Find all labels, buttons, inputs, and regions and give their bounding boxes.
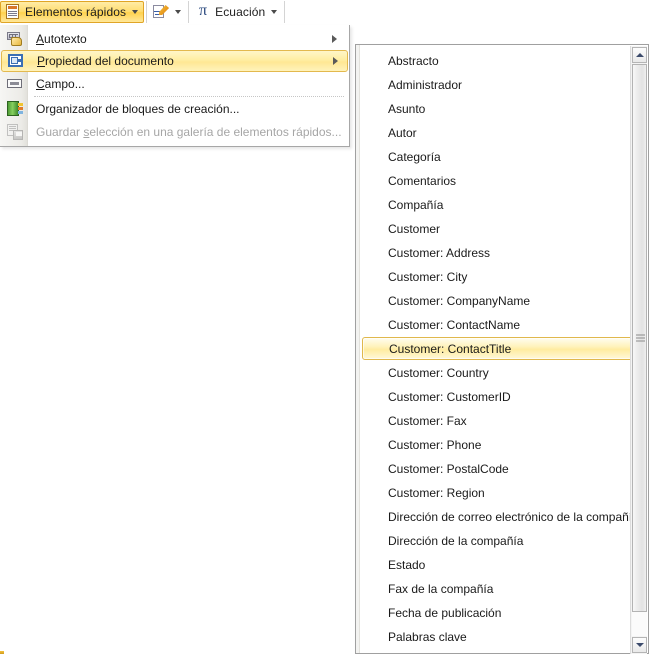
chevron-down-icon[interactable] — [175, 10, 182, 14]
list-item[interactable]: Customer: ContactTitle — [362, 337, 634, 360]
list-item-label: Customer: CompanyName — [388, 293, 531, 308]
toolbar-divider-2 — [188, 1, 190, 23]
list-item-label: Fecha de publicación — [388, 605, 502, 620]
list-item-label: Administrador — [388, 77, 463, 92]
list-item-label: Customer: Phone — [388, 437, 482, 452]
menu-item-autotexto[interactable]: Autotexto — [1, 28, 346, 50]
list-item[interactable]: Asunto — [362, 97, 634, 120]
list-item-label: Dirección de la compañía — [388, 533, 524, 548]
menu-item-organizador-bloques[interactable]: Organizador de bloques de creación... — [1, 98, 346, 120]
list-item-label: Customer — [388, 221, 441, 236]
scroll-down-icon — [635, 643, 644, 647]
signature-line-button[interactable] — [149, 1, 186, 23]
list-item[interactable]: Dirección de correo electrónico de la co… — [362, 505, 639, 528]
document-property-submenu: Abstracto Administrador Asunto Autor Categor… — [355, 44, 649, 654]
list-item[interactable]: Compañía — [362, 193, 634, 216]
pi-equation-icon: π — [199, 2, 208, 19]
list-item[interactable]: Comentarios — [362, 169, 634, 192]
menu-item-guardar-seleccion: Guardar selección en una galería de elem… — [1, 121, 346, 143]
submenu-arrow-icon — [333, 57, 338, 65]
scrollbar-grip — [636, 334, 645, 342]
list-item-label: Palabras clave — [388, 629, 467, 644]
list-item[interactable]: Customer: PostalCode — [362, 457, 634, 480]
menu-item-label: Propiedad del documento — [37, 54, 174, 68]
ribbon-toolbar: Elementos rápidos π Ecuación — [0, 0, 649, 24]
list-item-label: Fax de la compañía — [388, 581, 494, 596]
equation-label: Ecuación — [215, 5, 266, 19]
list-item-label: Autor — [388, 125, 417, 140]
toolbar-divider-3 — [284, 1, 286, 23]
list-item-label: Dirección de correo electrónico de la co… — [388, 509, 639, 524]
list-item[interactable]: Customer: Address — [362, 241, 634, 264]
list-item-label: Customer: City — [388, 269, 468, 284]
toolbar-divider-1 — [146, 1, 148, 23]
list-item[interactable]: Fecha de publicación — [362, 601, 634, 624]
list-item-label: Customer: Country — [388, 365, 489, 380]
list-item[interactable]: Palabras clave — [362, 625, 634, 648]
scrollbar-thumb[interactable] — [632, 64, 647, 612]
submenu-scrollbar[interactable] — [630, 46, 647, 654]
list-item-label: Customer: Address — [388, 245, 491, 260]
list-item[interactable]: Customer: Country — [362, 361, 634, 384]
list-item-label: Estado — [388, 557, 426, 572]
autotext-icon — [4, 30, 26, 48]
chevron-down-icon[interactable] — [271, 10, 278, 14]
scroll-up-button[interactable] — [632, 47, 647, 63]
list-item[interactable]: Customer: Phone — [362, 433, 634, 456]
signature-pen-icon — [153, 4, 170, 20]
list-item[interactable]: Customer: City — [362, 265, 634, 288]
list-item-label: Asunto — [388, 101, 426, 116]
list-item[interactable]: Customer: Region — [362, 481, 634, 504]
menu-separator — [34, 96, 344, 97]
quick-parts-icon — [5, 4, 21, 20]
document-property-list: Abstracto Administrador Asunto Autor Categor… — [360, 45, 639, 653]
submenu-arrow-icon — [332, 35, 337, 43]
quick-parts-dropdown-menu: Autotexto Propiedad del documento Campo.… — [0, 25, 350, 147]
menu-item-propiedad-del-documento[interactable]: Propiedad del documento — [1, 50, 348, 72]
list-item[interactable]: Fax de la compañía — [362, 577, 634, 600]
scroll-up-icon — [635, 53, 644, 57]
list-item-label: Customer: Region — [388, 485, 485, 500]
list-item[interactable]: Customer: CompanyName — [362, 289, 634, 312]
list-item-label: Customer: Fax — [388, 413, 467, 428]
list-item[interactable]: Customer: Fax — [362, 409, 634, 432]
quick-parts-button[interactable]: Elementos rápidos — [0, 1, 145, 23]
menu-item-label: Autotexto — [36, 32, 87, 46]
list-item[interactable]: Categoría — [362, 145, 634, 168]
document-property-icon — [5, 52, 27, 70]
menu-item-campo[interactable]: Campo... — [1, 73, 346, 95]
list-item[interactable]: Autor — [362, 121, 634, 144]
list-item[interactable]: Estado — [362, 553, 634, 576]
list-item-label: Customer: ContactTitle — [389, 341, 512, 356]
list-item[interactable]: Administrador — [362, 73, 634, 96]
list-item-label: Customer: ContactName — [388, 317, 521, 332]
list-item-label: Customer: PostalCode — [388, 461, 509, 476]
list-item[interactable]: Abstracto — [362, 49, 634, 72]
list-item-label: Comentarios — [388, 173, 457, 188]
building-blocks-organizer-icon — [4, 100, 26, 118]
list-item-label: Abstracto — [388, 53, 439, 68]
menu-item-label: Organizador de bloques de creación... — [36, 102, 240, 116]
equation-button[interactable]: π Ecuación — [191, 1, 282, 23]
list-item[interactable]: Customer: CustomerID — [362, 385, 634, 408]
list-item-label: Categoría — [388, 149, 441, 164]
scroll-down-button[interactable] — [632, 637, 647, 653]
quick-parts-label: Elementos rápidos — [25, 5, 127, 19]
list-item[interactable]: Customer — [362, 217, 634, 240]
chevron-down-icon[interactable] — [132, 10, 139, 14]
field-icon — [4, 75, 26, 93]
menu-item-label: Campo... — [36, 77, 85, 91]
list-item-label: Compañía — [388, 197, 444, 212]
list-item[interactable]: Dirección de la compañía — [362, 529, 634, 552]
list-item[interactable]: Customer: ContactName — [362, 313, 634, 336]
list-item-label: Customer: CustomerID — [388, 389, 511, 404]
menu-item-label: Guardar selección en una galería de elem… — [36, 125, 342, 139]
save-selection-icon — [4, 123, 26, 141]
